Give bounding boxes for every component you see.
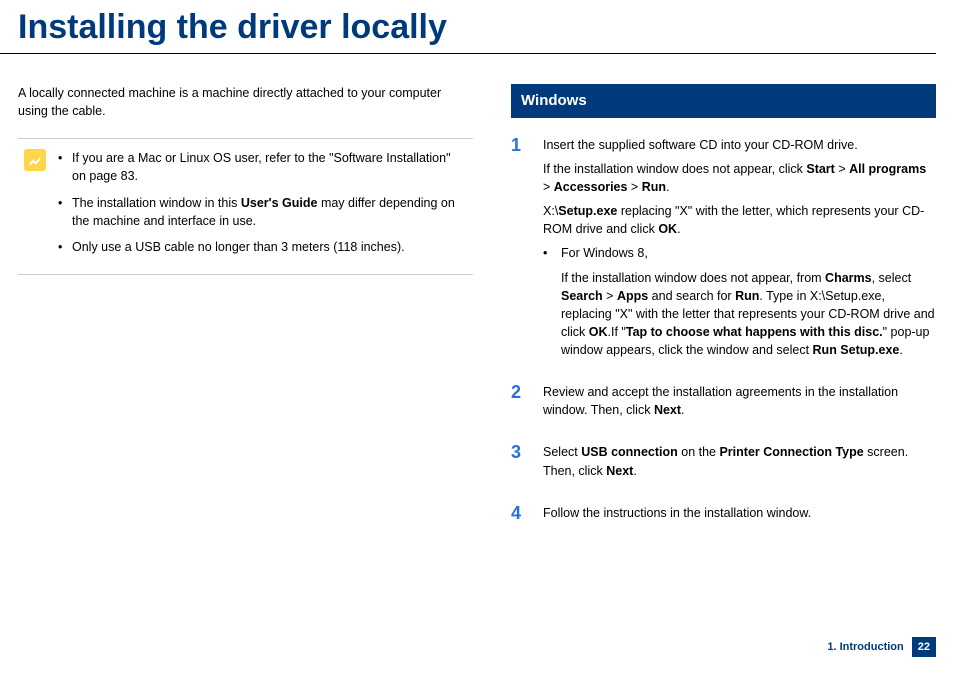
step-number: 3 (511, 443, 529, 485)
step-2: 2 Review and accept the installation agr… (511, 383, 936, 425)
sub-text: If the installation window does not appe… (561, 269, 936, 360)
step-body: Review and accept the installation agree… (543, 383, 936, 425)
step-text: Select USB connection on the Printer Con… (543, 443, 936, 479)
step-text: If the installation window does not appe… (543, 160, 936, 196)
step-text: Insert the supplied software CD into you… (543, 136, 936, 154)
sub-bullet-body: For Windows 8, If the installation windo… (561, 244, 936, 365)
step-text: Review and accept the installation agree… (543, 383, 936, 419)
page-number: 22 (912, 637, 936, 657)
step-body: Select USB connection on the Printer Con… (543, 443, 936, 485)
left-column: A locally connected machine is a machine… (18, 84, 473, 546)
sub-bullet: • For Windows 8, If the installation win… (543, 244, 936, 365)
step-body: Insert the supplied software CD into you… (543, 136, 936, 365)
step-text: X:\Setup.exe replacing "X" with the lett… (543, 202, 936, 238)
note-box: If you are a Mac or Linux OS user, refer… (18, 138, 473, 275)
note-icon (24, 149, 46, 171)
step-3: 3 Select USB connection on the Printer C… (511, 443, 936, 485)
step-body: Follow the instructions in the installat… (543, 504, 936, 528)
section-header-windows: Windows (511, 84, 936, 118)
page-title: Installing the driver locally (0, 0, 936, 54)
note-item: The installation window in this User's G… (56, 194, 467, 230)
right-column: Windows 1 Insert the supplied software C… (511, 84, 936, 546)
intro-paragraph: A locally connected machine is a machine… (18, 84, 473, 120)
content-area: A locally connected machine is a machine… (0, 54, 954, 546)
note-item: Only use a USB cable no longer than 3 me… (56, 238, 467, 256)
step-number: 2 (511, 383, 529, 425)
step-4: 4 Follow the instructions in the install… (511, 504, 936, 528)
note-item: If you are a Mac or Linux OS user, refer… (56, 149, 467, 185)
step-number: 4 (511, 504, 529, 528)
note-list: If you are a Mac or Linux OS user, refer… (56, 149, 467, 264)
chapter-label: 1. Introduction (827, 641, 903, 653)
sub-label: For Windows 8, (561, 244, 936, 262)
step-number: 1 (511, 136, 529, 365)
step-1: 1 Insert the supplied software CD into y… (511, 136, 936, 365)
step-text: Follow the instructions in the installat… (543, 504, 936, 522)
bullet-icon: • (543, 244, 553, 365)
page-footer: 1. Introduction 22 (827, 637, 936, 657)
